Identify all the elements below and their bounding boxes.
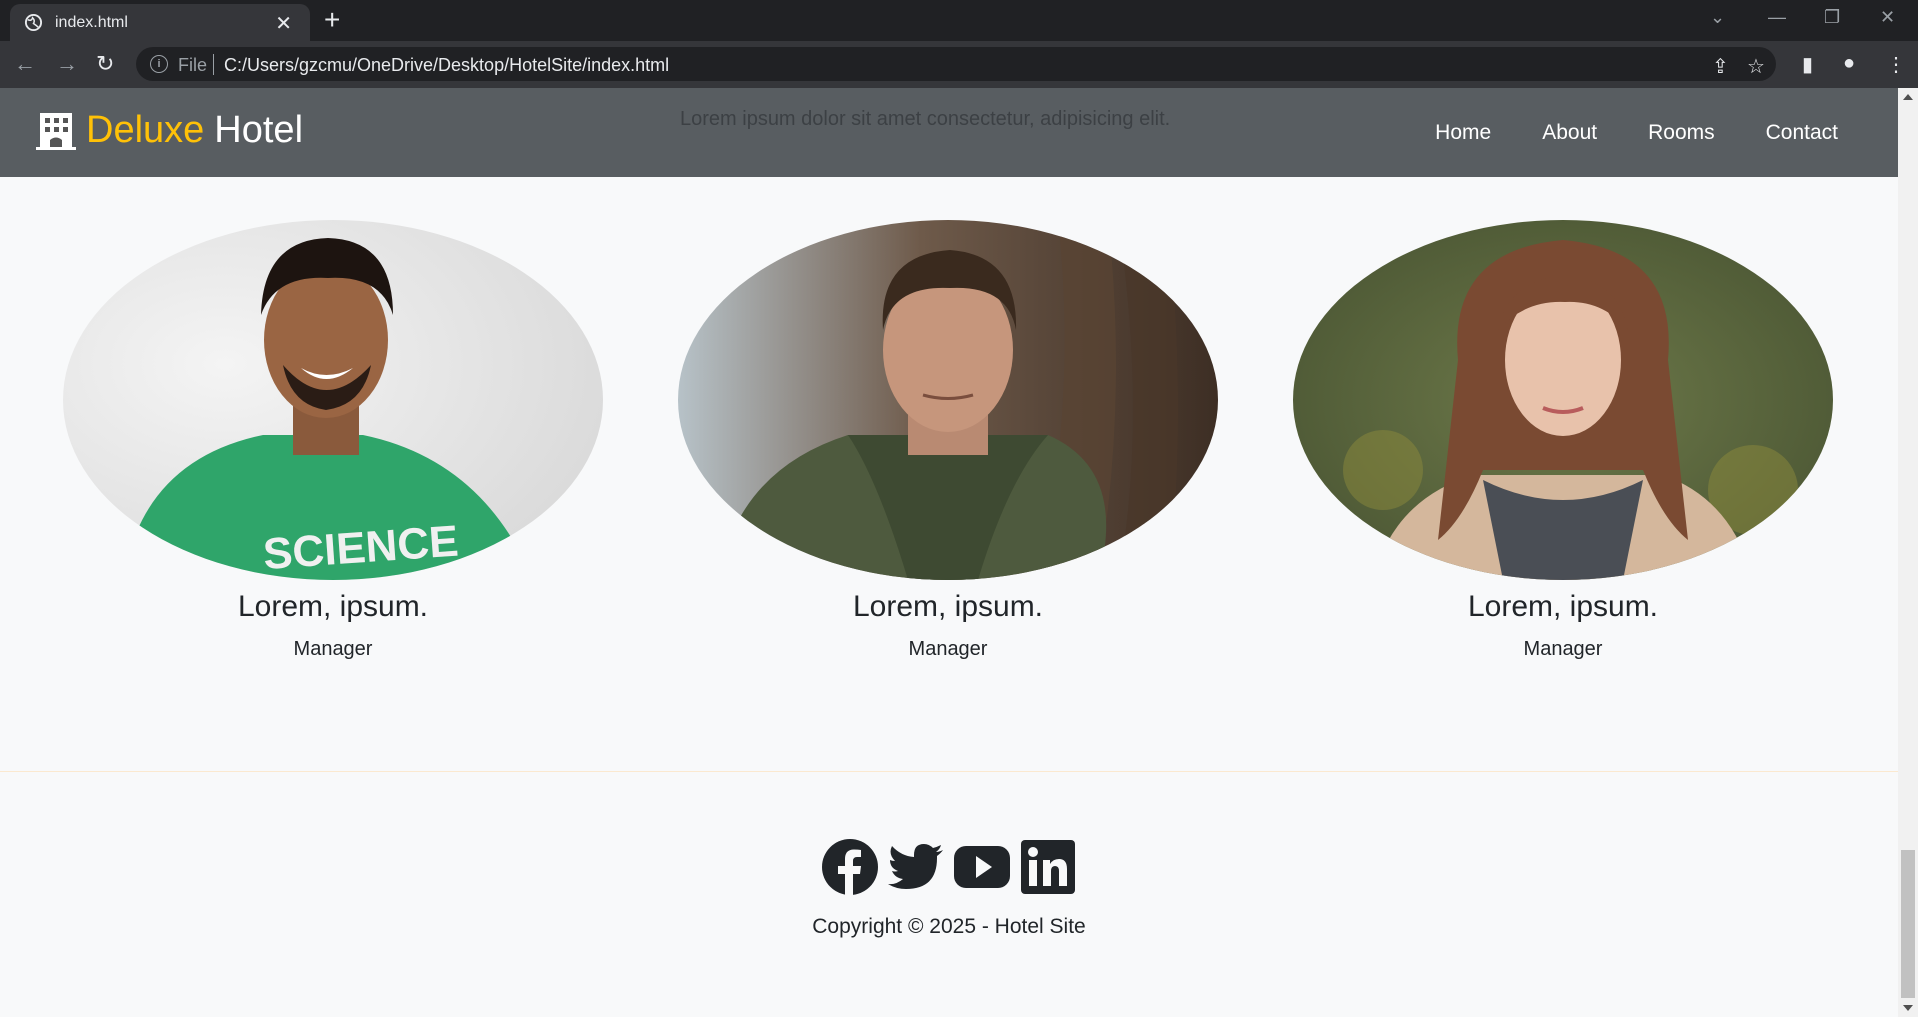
team-member-role: Manager bbox=[908, 638, 988, 660]
site-navbar: Deluxe Hotel Lorem ipsum dolor sit amet … bbox=[0, 88, 1898, 177]
scheme-label: File bbox=[178, 55, 208, 75]
profile-icon[interactable]: ● bbox=[1843, 52, 1855, 75]
side-panel-icon[interactable]: ▮ bbox=[1802, 52, 1813, 77]
copyright-text: Copyright © 2025 - Hotel Site bbox=[812, 915, 1086, 938]
team-member-card: SCIENCE Lorem, ipsum. Manager bbox=[63, 220, 603, 661]
address-separator bbox=[213, 54, 214, 75]
nav-links: Home About Rooms Contact bbox=[1435, 121, 1838, 145]
twitter-icon[interactable] bbox=[887, 838, 945, 896]
team-member-card: Lorem, ipsum. Manager bbox=[678, 220, 1218, 661]
footer-divider bbox=[0, 771, 1898, 772]
facebook-icon[interactable] bbox=[821, 838, 879, 896]
browser-tab[interactable]: index.html ✕ bbox=[10, 4, 310, 41]
woman-long-hair-image bbox=[1293, 220, 1833, 580]
site-info-icon[interactable]: i bbox=[150, 55, 168, 73]
team-member-name: Lorem, ipsum. bbox=[237, 590, 429, 623]
reload-icon[interactable]: ↻ bbox=[96, 51, 114, 77]
brand-logo[interactable]: Deluxe Hotel bbox=[36, 109, 303, 152]
scrollbar-thumb[interactable] bbox=[1901, 850, 1915, 998]
man-green-jacket-image bbox=[678, 220, 1218, 580]
new-tab-button[interactable]: + bbox=[324, 4, 340, 36]
browser-toolbar: ← → ↻ i File C:/Users/gzcmu/OneDrive/Des… bbox=[0, 41, 1918, 88]
nav-home[interactable]: Home bbox=[1435, 121, 1491, 145]
team-member-card: Lorem, ipsum. Manager bbox=[1293, 220, 1833, 661]
close-tab-icon[interactable]: ✕ bbox=[275, 11, 292, 36]
nav-rooms[interactable]: Rooms bbox=[1648, 121, 1715, 145]
menu-kebab-icon[interactable]: ⋮ bbox=[1886, 52, 1906, 77]
man-green-science-tshirt-image: SCIENCE bbox=[63, 220, 603, 580]
nav-contact[interactable]: Contact bbox=[1766, 121, 1838, 145]
team-member-photo: SCIENCE bbox=[63, 220, 603, 580]
hotel-building-icon bbox=[36, 112, 76, 150]
header-tagline: Lorem ipsum dolor sit amet consectetur, … bbox=[680, 108, 1171, 130]
team-member-role: Manager bbox=[293, 638, 373, 660]
minimize-icon[interactable]: — bbox=[1768, 7, 1786, 28]
team-member-name: Lorem, ipsum. bbox=[1467, 590, 1659, 623]
team-member-photo bbox=[678, 220, 1218, 580]
restore-icon[interactable]: ❐ bbox=[1824, 7, 1840, 28]
globe-icon bbox=[24, 13, 43, 32]
scroll-up-arrow-icon[interactable] bbox=[1903, 94, 1913, 100]
tab-title: index.html bbox=[55, 14, 128, 31]
page-scrollbar[interactable] bbox=[1898, 88, 1918, 1017]
nav-about[interactable]: About bbox=[1542, 121, 1597, 145]
team-member-photo bbox=[1293, 220, 1833, 580]
linkedin-icon[interactable] bbox=[1019, 838, 1077, 896]
tab-search-chevron-icon[interactable]: ⌄ bbox=[1710, 7, 1725, 28]
url-text[interactable]: C:/Users/gzcmu/OneDrive/Desktop/HotelSit… bbox=[224, 55, 669, 76]
browser-tab-strip: index.html ✕ + ⌄ — ❐ ✕ bbox=[0, 0, 1918, 41]
back-icon[interactable]: ← bbox=[14, 51, 36, 77]
forward-icon[interactable]: → bbox=[56, 51, 78, 77]
bookmark-star-icon[interactable]: ☆ bbox=[1747, 54, 1765, 79]
address-bar[interactable]: i File C:/Users/gzcmu/OneDrive/Desktop/H… bbox=[136, 47, 1776, 81]
page-viewport: Deluxe Hotel Lorem ipsum dolor sit amet … bbox=[0, 88, 1898, 1017]
youtube-icon[interactable] bbox=[953, 838, 1011, 896]
team-member-name: Lorem, ipsum. bbox=[852, 590, 1044, 623]
share-icon[interactable]: ⇪ bbox=[1712, 54, 1729, 79]
scroll-down-arrow-icon[interactable] bbox=[1903, 1005, 1913, 1011]
brand-accent-text: Deluxe bbox=[86, 109, 205, 151]
brand-text: Hotel bbox=[214, 109, 304, 151]
close-window-icon[interactable]: ✕ bbox=[1880, 7, 1895, 28]
team-member-role: Manager bbox=[1523, 638, 1603, 660]
social-links bbox=[821, 838, 1077, 896]
